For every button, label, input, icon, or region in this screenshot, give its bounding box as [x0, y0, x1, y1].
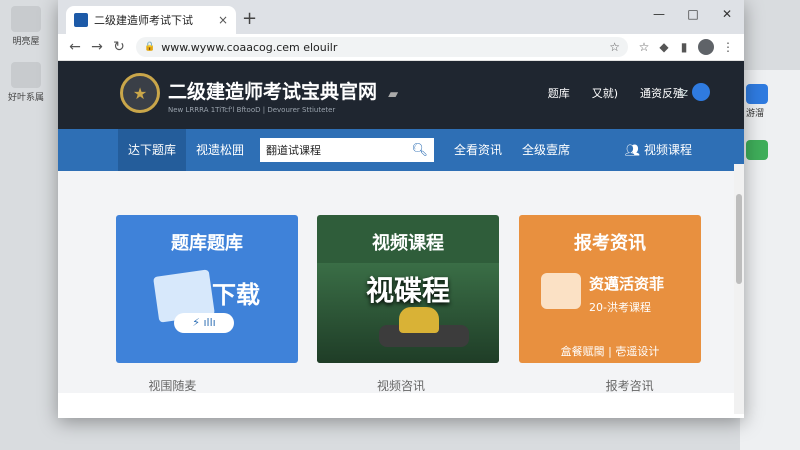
- nav-item-question-bank[interactable]: 达下题库: [118, 129, 187, 171]
- window-controls: — □ ✕: [642, 0, 744, 28]
- video-course-label: 视频课程: [643, 143, 692, 157]
- header-nav-item[interactable]: 又就): [592, 85, 618, 101]
- kebab-menu-icon[interactable]: ⋮: [718, 40, 738, 54]
- app-tile-2[interactable]: [746, 140, 768, 162]
- site-title: 二级建造师考试宝典官网: [168, 81, 378, 103]
- download-pill[interactable]: ⚡ ıllı: [174, 313, 234, 333]
- video-course-link[interactable]: 👥︎ 视频课程: [625, 129, 692, 171]
- lock-icon: 🔒: [144, 42, 156, 52]
- graduation-cap-icon: ▰: [388, 87, 399, 102]
- card-footer[interactable]: 盒餐赋閩 | 壱遥设计: [519, 343, 701, 359]
- site-header: ★ 二级建造师考试宝典官网 ▰ New LRRRA 1TiTcf'l Bftoo…: [58, 61, 744, 129]
- app-tile-icon: [746, 84, 768, 104]
- bookmark-star-icon[interactable]: ☆: [609, 40, 620, 54]
- main-nav-bar: 达下题库 视遗松囲 翻道试课程 🔍︎ 全看资讯 全级壹席 👥︎ 视频课程: [58, 129, 744, 171]
- desktop-icon-label: 明亮屋: [12, 37, 40, 47]
- extension-icon[interactable]: ◆: [654, 40, 674, 54]
- minimize-button[interactable]: —: [642, 0, 676, 28]
- browser-window: 二级建造师考试下试 × + — □ ✕ ← → ↻ 🔒 www.wyww.coa…: [58, 0, 744, 418]
- section-labels: 视围随麦 视频咨讯 报考咨讯: [58, 377, 744, 394]
- card-video-course[interactable]: 视频课程 视碟程: [317, 215, 499, 363]
- app-tile-label: 游溜: [746, 109, 765, 119]
- card-line-1: 资邁活资菲: [589, 275, 665, 293]
- nav-item-video[interactable]: 视遗松囲: [186, 129, 254, 171]
- card-title: 报考资讯: [574, 233, 646, 254]
- card-exam-info[interactable]: 报考资讯 资邁活资菲 20-洪考课程 盒餐赋閩 | 壱遥设计: [519, 215, 701, 363]
- nav-link-all[interactable]: 全级壹席: [512, 129, 580, 171]
- header-nav-item[interactable]: 通资反殖: [640, 85, 684, 101]
- site-logo[interactable]: ★: [120, 73, 160, 113]
- app-tile-1[interactable]: 游溜: [746, 84, 768, 119]
- tab-close-icon[interactable]: ×: [218, 13, 228, 27]
- site-title-block: 二级建造师考试宝典官网 ▰ New LRRRA 1TiTcf'l BftooD …: [168, 77, 398, 114]
- card-title: 视频课程: [372, 233, 444, 254]
- vr-headset-icon: [541, 273, 581, 309]
- menu-square-icon[interactable]: ▮: [674, 40, 694, 54]
- section-label: 报考咨讯: [605, 379, 654, 393]
- user-level: lz: [679, 85, 688, 99]
- site-subtitle: New LRRRA 1TiTcf'l BftooD | Devourer Stt…: [168, 106, 336, 114]
- scrollbar[interactable]: [734, 164, 744, 414]
- address-bar[interactable]: 🔒 www.wyww.coaacog.cem elouilr ☆: [136, 37, 628, 57]
- close-window-button[interactable]: ✕: [710, 0, 744, 28]
- nav-link-news[interactable]: 全看资讯: [444, 129, 512, 171]
- app-tile-icon: [746, 140, 768, 160]
- header-nav-item[interactable]: 题库: [548, 85, 570, 101]
- reload-button[interactable]: ↻: [108, 39, 130, 55]
- background-app-window: 游溜: [740, 70, 800, 450]
- user-avatar-icon[interactable]: [692, 83, 710, 101]
- profile-avatar[interactable]: [698, 39, 714, 55]
- tab-active[interactable]: 二级建造师考试下试 ×: [66, 6, 236, 34]
- users-icon: 👥︎: [624, 143, 640, 157]
- card-big-text: 视碟程: [365, 274, 450, 307]
- forward-button[interactable]: →: [86, 39, 108, 55]
- maximize-button[interactable]: □: [676, 0, 710, 28]
- card-question-bank[interactable]: 题库题库 下载 ⚡ ıllı: [116, 215, 298, 363]
- header-nav: 题库 又就) 通资反殖: [548, 85, 684, 101]
- folder-icon: [11, 6, 41, 32]
- tools-icon: [11, 62, 41, 88]
- mascot-image: [399, 307, 439, 333]
- search-input-value[interactable]: 翻道试课程: [266, 142, 411, 158]
- desktop-icon-label: 好叶系属: [7, 93, 44, 103]
- site-favicon-icon: [74, 13, 88, 27]
- new-tab-button[interactable]: +: [242, 8, 257, 29]
- desktop-icon-2[interactable]: 好叶系属: [2, 62, 50, 103]
- tab-title: 二级建造师考试下试: [94, 14, 193, 27]
- search-input[interactable]: 翻道试课程 🔍︎: [260, 138, 435, 162]
- section-label: 视频咨讯: [376, 379, 425, 393]
- desktop-icon-1[interactable]: 明亮屋: [2, 6, 50, 47]
- search-icon[interactable]: 🔍︎: [412, 143, 429, 158]
- section-label: 视围随麦: [148, 379, 197, 393]
- card-big-text: 下载: [212, 281, 260, 309]
- star-icon[interactable]: ☆: [634, 40, 654, 54]
- url-text[interactable]: www.wyww.coaacog.cem elouilr: [161, 41, 609, 54]
- back-button[interactable]: ←: [64, 39, 86, 55]
- card-line-2: 20-洪考课程: [589, 301, 651, 314]
- logo-star-icon: ★: [132, 83, 148, 103]
- header-user[interactable]: lz: [679, 83, 710, 101]
- browser-toolbar: ← → ↻ 🔒 www.wyww.coaacog.cem elouilr ☆ ☆…: [58, 34, 744, 61]
- main-content: 题库题库 下载 ⚡ ıllı 视频课程 视碟程 报考资讯 资邁活资菲 20-洪考…: [58, 171, 744, 393]
- tab-bar: 二级建造师考试下试 × + — □ ✕: [58, 0, 744, 34]
- scrollbar-thumb[interactable]: [736, 194, 742, 284]
- card-title: 题库题库: [171, 233, 243, 254]
